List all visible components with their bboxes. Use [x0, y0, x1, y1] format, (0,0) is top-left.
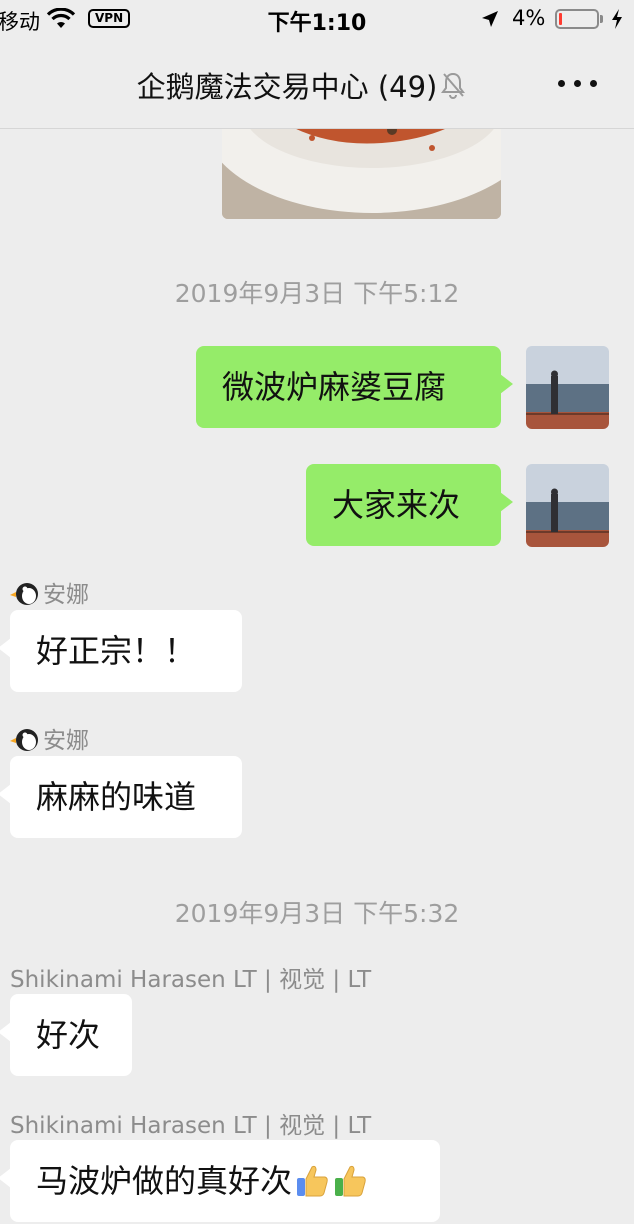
message-text: 马波炉做的真好次 [36, 1162, 293, 1200]
avatar-photo [526, 346, 609, 429]
sender-name: Shikinami Harasen LT | 视觉 | LT [10, 1113, 372, 1139]
food-photo-message[interactable] [222, 128, 501, 219]
battery-level-fill [559, 13, 562, 25]
my-avatar[interactable] [526, 464, 609, 547]
chat-title[interactable]: 企鹅魔法交易中心 (49) [0, 64, 634, 106]
timestamp: 2019年9月3日 下午5:32 [174, 899, 460, 928]
thumbs-up-emoji-icon [297, 1165, 328, 1197]
incoming-message[interactable]: 马波炉做的真好次 [0, 1140, 440, 1222]
nav-bar: 企鹅魔法交易中心 (49) [0, 40, 634, 129]
charging-bolt-icon [612, 9, 622, 29]
avatar-photo [526, 464, 609, 547]
incoming-message[interactable]: 好正宗！！ [0, 610, 242, 692]
chat-area[interactable]: 2019年9月3日 下午5:12 微波炉麻婆豆腐 大家来次 安娜 好正宗！！ 安… [0, 128, 634, 1224]
location-arrow-icon [482, 11, 498, 27]
my-avatar[interactable] [526, 346, 609, 429]
sender-name: 安娜 [10, 721, 89, 755]
incoming-message[interactable]: 麻麻的味道 [0, 756, 242, 838]
outgoing-message[interactable]: 大家来次 [306, 464, 513, 546]
thumbs-up-emoji-icon [335, 1165, 366, 1197]
incoming-message[interactable]: 好次 [0, 994, 132, 1076]
sender-name: Shikinami Harasen LT | 视觉 | LT [10, 967, 372, 993]
timestamp: 2019年9月3日 下午5:12 [174, 279, 460, 308]
battery-tip [600, 15, 603, 23]
battery-percent: 4% [512, 6, 546, 30]
battery-icon [555, 9, 599, 29]
outgoing-message[interactable]: 微波炉麻婆豆腐 [196, 346, 513, 428]
status-bar: 移动 VPN 下午1:10 4% [0, 0, 634, 40]
more-dots-icon [558, 80, 565, 87]
penguin-icon [10, 583, 38, 605]
more-options-button[interactable] [556, 68, 600, 98]
bell-slash-icon [441, 72, 465, 99]
penguin-icon [10, 729, 38, 751]
mapo-tofu-photo [222, 128, 501, 219]
sender-name: 安娜 [10, 575, 89, 609]
